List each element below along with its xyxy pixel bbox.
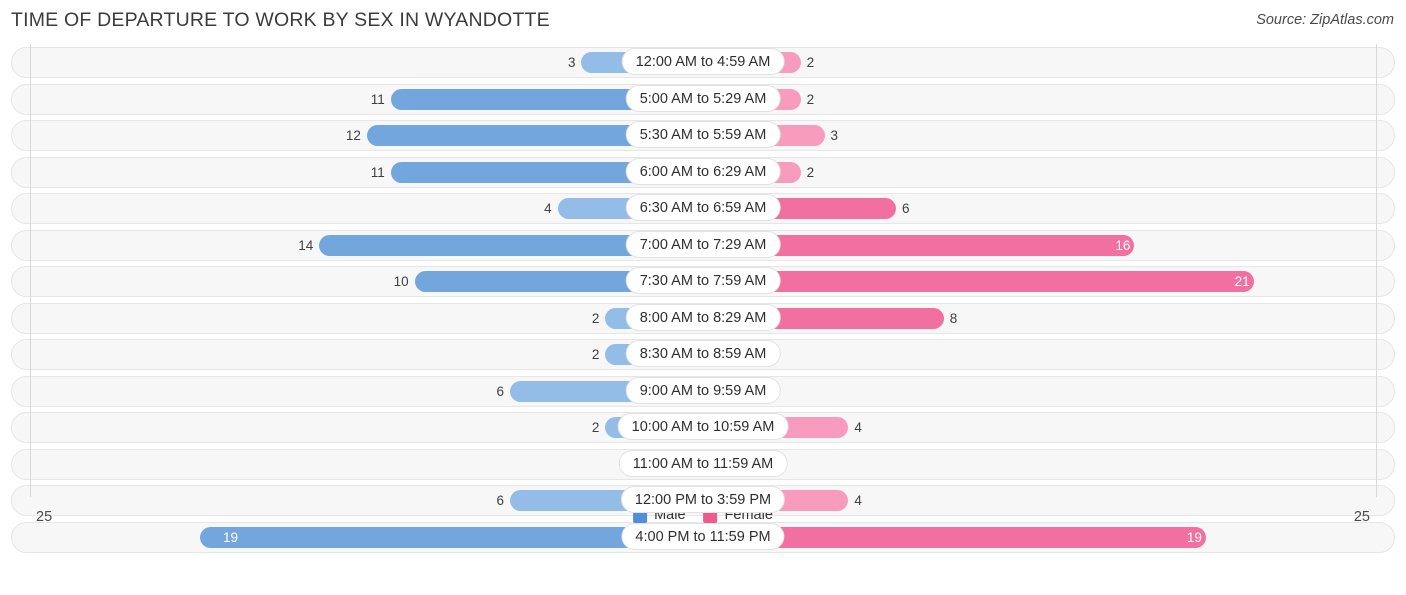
value-label-female: 6: [902, 201, 910, 216]
value-label-male: 11: [370, 164, 385, 180]
value-label-male: 10: [393, 274, 409, 289]
bar-female[interactable]: [703, 271, 1254, 292]
table-row[interactable]: 208:30 AM to 8:59 AM: [0, 339, 1406, 370]
category-label: 9:00 AM to 9:59 AM: [625, 376, 781, 404]
value-label-female: 8: [949, 310, 958, 326]
value-label-female: 16: [1115, 237, 1131, 253]
value-label-female: 21: [1234, 274, 1250, 289]
bar-rows-container: 3 2 12:00 AM to 4:59 AM 11 2 5:00 AM to 5:29 …: [0, 47, 1406, 558]
value-label-male: 2: [591, 347, 600, 362]
category-label: 5:00 AM to 5:29 AM: [625, 84, 781, 112]
axis-tick-right: 25: [1353, 509, 1370, 525]
table-row[interactable]: 11 2 5:00 AM to 5:29 AM: [0, 83, 1406, 115]
table-row[interactable]: 2 8 8:00 AM to 8:29 AM: [0, 302, 1406, 334]
value-label-male: 12: [345, 128, 361, 143]
table-row[interactable]: 2 4 10:00 AM to 10:59 AM: [0, 412, 1406, 443]
value-label-male: 2: [591, 310, 600, 326]
value-label-male: 6: [496, 493, 504, 508]
table-row[interactable]: 3 2 12:00 AM to 4:59 AM: [0, 47, 1406, 78]
value-label-female: 4: [854, 493, 862, 508]
value-label-male: 11: [370, 91, 385, 107]
category-label: 12:00 PM to 3:59 PM: [620, 486, 786, 513]
table-row[interactable]: 19 19 4:00 PM to 11:59 PM: [0, 521, 1406, 553]
chart-header: TIME OF DEPARTURE TO WORK BY SEX IN WYAN…: [0, 0, 1406, 44]
category-label: 10:00 AM to 10:59 AM: [617, 413, 789, 440]
page-title: TIME OF DEPARTURE TO WORK BY SEX IN WYAN…: [11, 9, 550, 31]
category-label: 12:00 AM to 4:59 AM: [621, 48, 785, 75]
table-row[interactable]: 4 6 6:30 AM to 6:59 AM: [0, 193, 1406, 224]
category-label: 7:00 AM to 7:29 AM: [625, 230, 781, 258]
category-label: 8:30 AM to 8:59 AM: [625, 340, 781, 367]
table-row[interactable]: 0011:00 AM to 11:59 AM: [0, 448, 1406, 480]
chart-plot-area: 3 2 12:00 AM to 4:59 AM 11 2 5:00 AM to 5:29 …: [0, 44, 1406, 553]
value-label-female: 2: [806, 91, 815, 107]
value-label-male: 4: [544, 201, 552, 216]
category-label: 4:00 PM to 11:59 PM: [621, 522, 785, 550]
value-label-male: 19: [223, 529, 239, 545]
axis-line-right: [1376, 44, 1377, 497]
value-label-female: 2: [806, 55, 815, 70]
value-label-male: 2: [591, 420, 600, 435]
category-label: 6:30 AM to 6:59 AM: [625, 194, 781, 221]
value-label-male: 6: [496, 383, 504, 399]
value-label-female: 3: [830, 128, 839, 143]
value-label-female: 2: [806, 164, 815, 180]
table-row[interactable]: 14 16 7:00 AM to 7:29 AM: [0, 229, 1406, 261]
category-label: 11:00 AM to 11:59 AM: [618, 449, 788, 477]
category-label: 7:30 AM to 7:59 AM: [625, 267, 781, 294]
table-row[interactable]: 11 2 6:00 AM to 6:29 AM: [0, 156, 1406, 188]
value-label-female: 4: [854, 420, 862, 435]
category-label: 6:00 AM to 6:29 AM: [625, 157, 781, 185]
table-row[interactable]: 609:00 AM to 9:59 AM: [0, 375, 1406, 407]
table-row[interactable]: 10 21 7:30 AM to 7:59 AM: [0, 266, 1406, 297]
value-label-male: 3: [567, 55, 576, 70]
source-attribution: Source: ZipAtlas.com: [1256, 12, 1394, 28]
category-label: 5:30 AM to 5:59 AM: [625, 121, 781, 148]
table-row[interactable]: 12 3 5:30 AM to 5:59 AM: [0, 120, 1406, 151]
category-label: 8:00 AM to 8:29 AM: [625, 303, 781, 331]
value-label-male: 14: [298, 237, 314, 253]
axis-line-left: [30, 44, 31, 497]
value-label-female: 19: [1186, 529, 1202, 545]
axis-tick-left: 25: [36, 509, 53, 525]
